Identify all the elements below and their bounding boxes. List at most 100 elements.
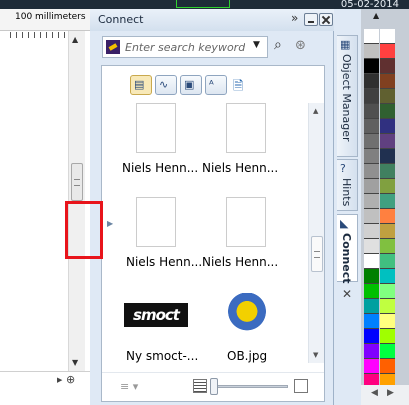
- color-swatch[interactable]: [364, 44, 379, 59]
- slider-knob[interactable]: [210, 378, 218, 395]
- thumbnail-caption: Niels Henn...: [202, 161, 279, 175]
- color-swatch[interactable]: [380, 299, 395, 314]
- tray-expand-arrow-icon[interactable]: ▶: [107, 219, 113, 228]
- color-swatch[interactable]: [364, 284, 379, 299]
- thumbnail-size-large-icon[interactable]: [294, 379, 308, 393]
- thumbnail-item[interactable]: Niels Henn...: [112, 197, 202, 287]
- thumbnail-item[interactable]: Niels Henn...: [202, 197, 292, 287]
- palette-scroll-right-icon[interactable]: ▶: [387, 388, 394, 398]
- color-swatch[interactable]: [380, 194, 395, 209]
- color-swatch[interactable]: [380, 359, 395, 374]
- color-swatch[interactable]: [380, 254, 395, 269]
- color-swatch[interactable]: [380, 89, 395, 104]
- color-swatch[interactable]: [364, 194, 379, 209]
- expand-chevron-icon[interactable]: »: [291, 11, 298, 25]
- color-swatch[interactable]: [364, 89, 379, 104]
- content-bottom-bar: ≡ ▾: [102, 372, 324, 401]
- tab-connect[interactable]: ◣ Connect ✕: [337, 214, 358, 301]
- ruler-unit-label: 100 millimeters: [15, 12, 86, 22]
- color-swatch[interactable]: [364, 224, 379, 239]
- content-browser: ▤ ∿ ▣ ᴬ 🗎 Niels Henn... Niels Henn... Ni…: [101, 65, 325, 402]
- color-swatch[interactable]: [380, 344, 395, 359]
- search-input[interactable]: [125, 39, 245, 55]
- search-icon[interactable]: ⌕: [274, 37, 282, 53]
- color-swatch[interactable]: [380, 164, 395, 179]
- color-swatch[interactable]: [380, 329, 395, 344]
- close-button[interactable]: [319, 13, 333, 26]
- tab-label: Connect: [340, 233, 353, 284]
- color-swatch[interactable]: [380, 44, 395, 59]
- close-tab-icon[interactable]: ✕: [342, 287, 352, 301]
- color-swatch[interactable]: [364, 59, 379, 74]
- minimize-button[interactable]: [304, 13, 318, 26]
- search-dropdown-icon[interactable]: ▼: [253, 40, 260, 50]
- color-swatch[interactable]: [380, 179, 395, 194]
- color-swatch[interactable]: [364, 269, 379, 284]
- palette-scroll-left-icon[interactable]: ◀: [371, 388, 378, 398]
- font-filter-button[interactable]: ᴬ: [205, 75, 227, 95]
- color-swatch[interactable]: [380, 74, 395, 89]
- color-swatch[interactable]: [380, 239, 395, 254]
- hints-icon: ?: [340, 162, 346, 175]
- color-swatch[interactable]: [380, 59, 395, 74]
- thumbnail-size-small-icon[interactable]: [193, 379, 207, 393]
- palette-nav: ◀ ▶: [361, 385, 409, 405]
- bitmap-filter-button[interactable]: ▣: [180, 75, 202, 95]
- color-swatch[interactable]: [364, 164, 379, 179]
- zoom-icon[interactable]: ⊕: [66, 373, 75, 386]
- color-swatch[interactable]: [364, 119, 379, 134]
- color-swatch[interactable]: [364, 149, 379, 164]
- color-swatch[interactable]: [364, 74, 379, 89]
- search-sites-icon[interactable]: ⊛: [295, 38, 306, 53]
- color-swatch[interactable]: [380, 119, 395, 134]
- color-swatch[interactable]: [364, 329, 379, 344]
- color-swatch[interactable]: [364, 344, 379, 359]
- color-swatch[interactable]: [380, 209, 395, 224]
- thumbnail-item[interactable]: smoct Ny smoct-...: [112, 291, 202, 381]
- curve-icon: ∿: [159, 78, 169, 91]
- canvas-horizontal-scrollbar[interactable]: ▶ ⊕: [0, 371, 90, 405]
- color-swatch[interactable]: [364, 314, 379, 329]
- vector-filter-button[interactable]: ∿: [155, 75, 177, 95]
- color-swatch[interactable]: [380, 149, 395, 164]
- scroll-down-arrow-icon[interactable]: ▼: [72, 358, 78, 367]
- color-swatch[interactable]: [364, 299, 379, 314]
- color-swatch[interactable]: [380, 104, 395, 119]
- color-palette: ▲ ◀ ▶: [361, 9, 409, 405]
- search-box[interactable]: ▼: [102, 36, 268, 58]
- tab-object-manager[interactable]: ▦ Object Manager: [337, 35, 358, 157]
- scroll-down-arrow-icon[interactable]: ▼: [313, 351, 318, 359]
- sort-dropdown-icon[interactable]: ≡ ▾: [120, 380, 138, 393]
- color-swatch[interactable]: [380, 224, 395, 239]
- color-swatch[interactable]: [364, 254, 379, 269]
- content-scroll-thumb[interactable]: [311, 236, 323, 272]
- thumbnail-item[interactable]: Niels Henn...: [112, 103, 202, 193]
- color-swatch[interactable]: [364, 29, 379, 44]
- color-swatch[interactable]: [380, 134, 395, 149]
- thumbnail-size-slider[interactable]: [210, 385, 288, 388]
- thumbnail-caption: Niels Henn...: [202, 255, 279, 269]
- color-swatch[interactable]: [364, 209, 379, 224]
- color-swatch[interactable]: [364, 239, 379, 254]
- document-icon[interactable]: 🗎: [233, 77, 243, 99]
- color-swatch[interactable]: [380, 314, 395, 329]
- tab-hints[interactable]: ? Hints: [337, 159, 358, 211]
- color-swatch[interactable]: [364, 134, 379, 149]
- color-swatch[interactable]: [364, 359, 379, 374]
- docker-titlebar[interactable]: Connect »: [90, 9, 334, 31]
- connect-icon: ◣: [340, 217, 349, 230]
- thumbnail-item[interactable]: Niels Henn...: [202, 103, 292, 193]
- color-swatch[interactable]: [364, 179, 379, 194]
- color-swatch[interactable]: [364, 104, 379, 119]
- canvas-scroll-thumb[interactable]: [71, 163, 83, 201]
- scroll-up-arrow-icon[interactable]: ▲: [313, 107, 318, 115]
- content-scrollbar[interactable]: ▲ ▼: [308, 103, 324, 363]
- scroll-right-arrow-icon[interactable]: ▶: [57, 376, 62, 384]
- color-swatch[interactable]: [380, 269, 395, 284]
- thumbnail-item[interactable]: OB.jpg: [202, 291, 292, 381]
- folder-view-button[interactable]: ▤: [130, 75, 152, 95]
- palette-scroll-up-icon[interactable]: ▲: [373, 11, 379, 20]
- color-swatch[interactable]: [380, 29, 395, 44]
- scroll-up-arrow-icon[interactable]: ▲: [72, 35, 78, 44]
- color-swatch[interactable]: [380, 284, 395, 299]
